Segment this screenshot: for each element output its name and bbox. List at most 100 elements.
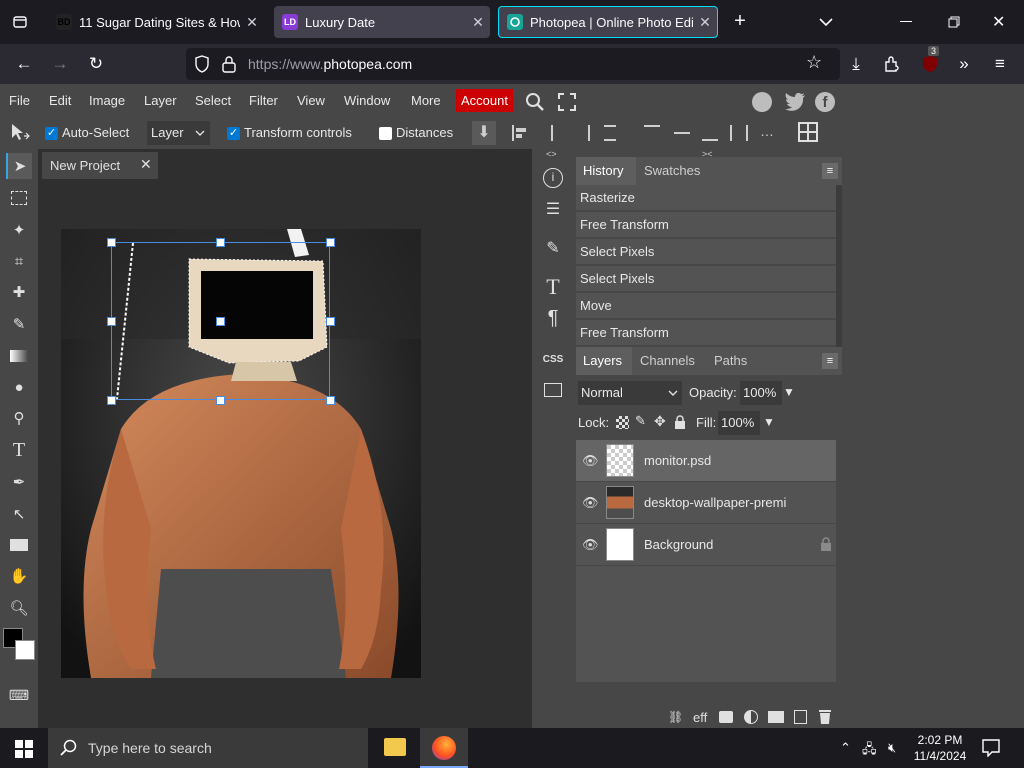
close-icon[interactable]: ✕ <box>240 14 264 31</box>
menu-edit[interactable]: Edit <box>49 93 71 108</box>
transform-handle[interactable] <box>326 238 335 247</box>
eye-icon[interactable]: 👁︎ <box>582 537 599 553</box>
tab-list-icon[interactable] <box>8 10 32 34</box>
background-color-swatch[interactable] <box>15 640 35 660</box>
forward-icon[interactable]: → <box>48 52 72 76</box>
panel-menu-icon[interactable]: ≡ <box>822 163 838 179</box>
transform-handle[interactable] <box>216 238 225 247</box>
firefox-taskbar-button[interactable] <box>420 728 468 768</box>
shape-tool-icon[interactable] <box>6 532 32 558</box>
blur-tool-icon[interactable]: ● <box>6 374 32 400</box>
keyboard-icon[interactable]: ⌨ <box>6 682 32 708</box>
volume-muted-icon[interactable]: 🔇︎ <box>888 740 896 756</box>
transform-handle[interactable] <box>216 317 225 326</box>
pen-tool-icon[interactable]: ✒ <box>6 469 32 495</box>
auto-select-checkbox[interactable]: ✓ <box>45 127 58 140</box>
align-right-icon[interactable] <box>574 125 590 141</box>
path-select-icon[interactable]: ↖ <box>6 501 32 527</box>
clock[interactable]: 2:02 PM 11/4/2024 <box>912 732 968 764</box>
tab-paths[interactable]: Paths <box>714 353 747 368</box>
lock-transparency-icon[interactable] <box>616 416 629 429</box>
menu-filter[interactable]: Filter <box>249 93 278 108</box>
layer-row[interactable]: 👁︎ desktop-wallpaper-premi <box>576 482 836 523</box>
brush-settings-icon[interactable]: ✎ <box>538 233 568 263</box>
align-top-icon[interactable] <box>644 125 660 141</box>
grid-layout-icon[interactable] <box>798 122 818 147</box>
transform-handle[interactable] <box>107 238 116 247</box>
align-left-icon[interactable] <box>512 125 528 141</box>
close-icon[interactable]: ✕ <box>466 14 490 31</box>
lock-all-icon[interactable] <box>674 415 686 434</box>
minimize-icon[interactable] <box>900 21 912 22</box>
tab-luxury-date[interactable]: LD Luxury Date ✕ <box>274 6 490 38</box>
account-button[interactable]: Account <box>456 89 513 112</box>
taskbar-search-box[interactable]: Type here to search <box>48 728 368 768</box>
document-canvas[interactable] <box>61 229 421 678</box>
distribute-horizontal-icon[interactable] <box>730 125 748 141</box>
tab-sugar-dating[interactable]: BD 11 Sugar Dating Sites & How to ✕ <box>48 6 264 38</box>
type-tool-icon[interactable]: T <box>6 437 32 463</box>
ublock-icon[interactable]: 3 <box>918 46 942 76</box>
url-bar[interactable]: https://www.photopea.com ☆ <box>186 48 840 80</box>
paragraph-icon[interactable]: ¶ <box>538 303 568 333</box>
image-icon[interactable] <box>538 375 568 405</box>
transform-handle[interactable] <box>107 396 116 405</box>
document-tab[interactable]: New Project ✕ <box>42 152 158 179</box>
hamburger-menu-icon[interactable]: ≡ <box>988 52 1012 76</box>
info-icon[interactable]: i <box>538 163 568 193</box>
chevron-up-icon[interactable]: ⌃ <box>840 740 851 756</box>
eye-icon[interactable]: 👁︎ <box>582 495 599 511</box>
fullscreen-icon[interactable] <box>558 93 576 116</box>
menu-layer[interactable]: Layer <box>144 93 177 108</box>
dodge-tool-icon[interactable]: ⚲ <box>6 405 32 431</box>
eye-icon[interactable]: 👁︎ <box>582 453 599 469</box>
overflow-chevrons-icon[interactable]: » <box>952 52 976 76</box>
star-icon[interactable]: ☆ <box>806 52 822 73</box>
healing-tool-icon[interactable]: ✚ <box>6 279 32 305</box>
crop-tool-icon[interactable]: ⌗ <box>6 248 32 274</box>
menu-select[interactable]: Select <box>195 93 231 108</box>
folder-icon[interactable] <box>768 711 784 723</box>
windows-start-icon[interactable] <box>15 740 33 763</box>
restore-icon[interactable] <box>948 15 960 28</box>
menu-more[interactable]: More <box>411 93 441 108</box>
zoom-tool-icon[interactable]: 🔍︎ <box>6 595 32 621</box>
history-item[interactable]: Move <box>576 293 836 319</box>
menu-window[interactable]: Window <box>344 93 390 108</box>
align-download-icon[interactable]: ⬇ <box>472 121 496 145</box>
layer-row[interactable]: 👁︎ Background <box>576 524 836 565</box>
target-select[interactable]: Layer <box>147 121 210 145</box>
facebook-icon[interactable]: f <box>815 92 835 112</box>
mask-icon[interactable] <box>719 711 733 723</box>
notifications-icon[interactable] <box>982 739 1000 762</box>
transform-handle[interactable] <box>326 396 335 405</box>
effects-icon[interactable]: eff <box>693 710 707 725</box>
lock-move-icon[interactable]: ✥ <box>654 413 666 430</box>
adjustments-icon[interactable]: ☰ <box>538 194 568 224</box>
lock-paint-icon[interactable]: ✎ <box>635 413 646 429</box>
twitter-icon[interactable] <box>784 92 806 117</box>
lock-icon[interactable] <box>222 55 236 78</box>
tab-photopea[interactable]: Photopea | Online Photo Editor ✕ <box>498 6 718 38</box>
blend-mode-select[interactable]: Normal <box>578 381 682 405</box>
history-item[interactable]: Select Pixels <box>576 266 836 292</box>
menu-file[interactable]: File <box>9 93 30 108</box>
layer-row[interactable]: 👁︎ monitor.psd <box>576 440 836 481</box>
adjustment-layer-icon[interactable] <box>744 710 758 724</box>
back-icon[interactable]: ← <box>12 52 36 76</box>
character-icon[interactable]: T <box>538 272 568 302</box>
history-scrollbar[interactable] <box>836 185 842 347</box>
new-layer-icon[interactable] <box>794 710 807 724</box>
gradient-tool-icon[interactable] <box>6 343 32 369</box>
opacity-input[interactable]: 100% <box>740 381 782 405</box>
transform-controls-checkbox[interactable]: ✓ <box>227 127 240 140</box>
new-tab-plus-icon[interactable]: + <box>728 10 752 34</box>
close-icon[interactable]: ✕ <box>693 14 717 31</box>
tab-channels[interactable]: Channels <box>640 353 695 368</box>
align-center-icon[interactable] <box>544 125 560 141</box>
magic-wand-icon[interactable]: ✦ <box>6 217 32 243</box>
panel-menu-icon[interactable]: ≡ <box>822 353 838 369</box>
css-icon[interactable]: CSS <box>538 344 568 374</box>
reload-icon[interactable]: ↻ <box>84 52 108 76</box>
chevron-down-icon[interactable] <box>814 10 838 34</box>
